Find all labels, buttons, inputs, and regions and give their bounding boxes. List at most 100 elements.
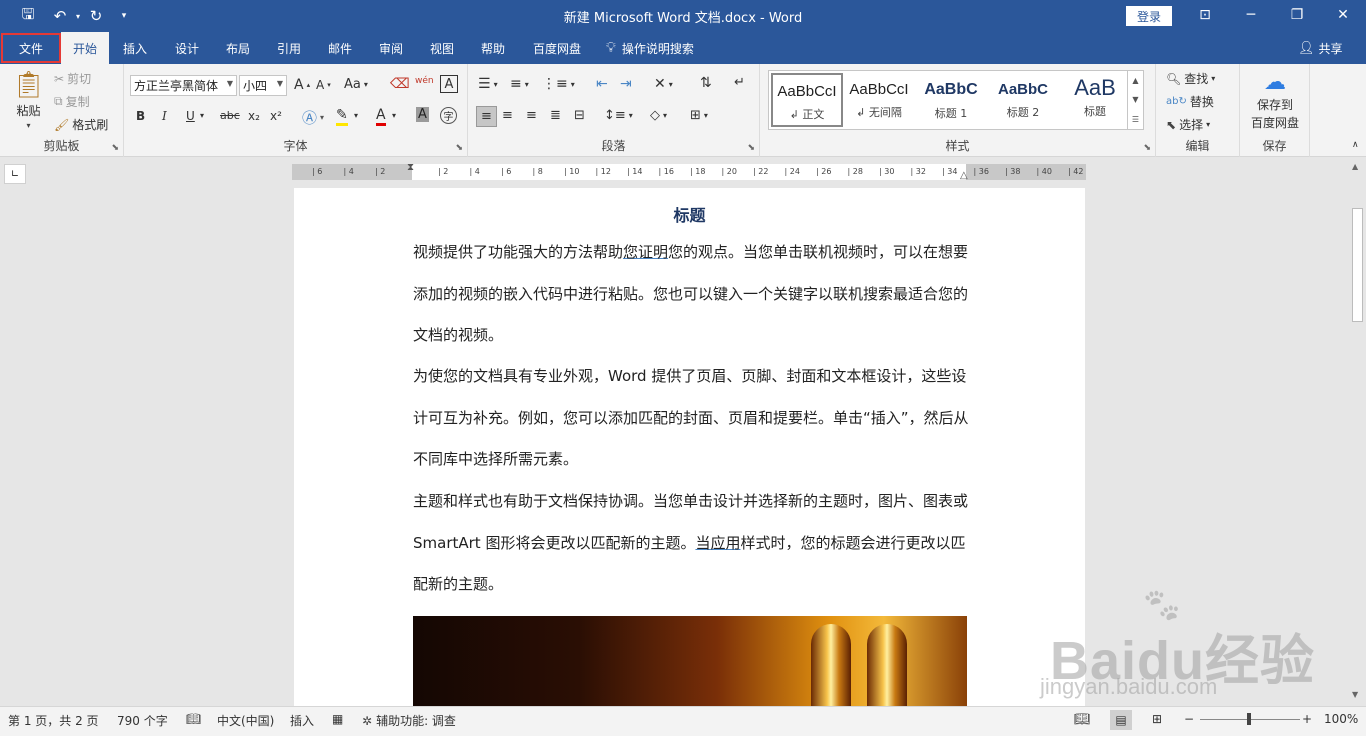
read-mode-icon[interactable]: 📖︎ [1074,712,1091,727]
numbering-icon[interactable]: ≡ ▾ [510,76,529,92]
scroll-thumb[interactable] [1352,208,1363,322]
minimize-icon[interactable]: ─ [1236,4,1266,26]
vertical-scrollbar[interactable]: ▲ ▼ [1349,158,1366,706]
select-button[interactable]: ⬉ 选择 ▾ [1166,116,1210,133]
increase-indent-icon[interactable]: ⇥ [620,76,632,92]
paragraph-3[interactable]: 主题和样式也有助于文档保持协调。当您单击设计并选择新的主题时，图片、图表或 Sm… [413,481,969,606]
copy-button[interactable]: ⧉ 复制 [54,93,90,110]
replace-button[interactable]: ab↻ 替换 [1166,93,1214,110]
tab-file[interactable]: 文件 [1,33,61,63]
superscript-button[interactable]: x² [270,109,282,123]
bullets-icon[interactable]: ☰ ▾ [478,76,498,92]
collapse-ribbon-icon[interactable]: ∧ [1352,140,1359,150]
chinese-layout-icon[interactable]: ✕ ▾ [654,76,673,92]
chevron-down-icon[interactable]: ▾ [392,111,396,120]
text-effects-icon[interactable]: Ⓐ ▾ [302,107,324,128]
page-count[interactable]: 第 1 页，共 2 页 [8,712,99,729]
multilevel-list-icon[interactable]: ⋮≡ ▾ [542,76,575,92]
paragraph-1[interactable]: 视频提供了功能强大的方法帮助您证明您的观点。当您单击联机视频时，可以在想要添加的… [413,232,969,357]
tab-view[interactable]: 视图 [419,32,465,64]
proofing-icon[interactable]: 📖︎ [186,712,201,726]
borders-icon[interactable]: ⊞ ▾ [690,108,708,123]
shading-icon[interactable]: ◇ ▾ [650,108,667,123]
language-indicator[interactable]: 中文(中国) [217,712,274,729]
restore-icon[interactable]: ❐ [1282,4,1312,26]
tab-insert[interactable]: 插入 [112,32,158,64]
tab-mailings[interactable]: 邮件 [317,32,363,64]
chevron-down-icon[interactable]: ▼ [1132,95,1138,104]
style-no-spacing[interactable]: AaBbCcI ↲ 无间隔 [843,73,915,127]
align-right-icon[interactable]: ≡ [526,108,537,123]
shrink-font-icon[interactable]: A ▾ [316,78,331,92]
style-heading-1[interactable]: AaBbC 标题 1 [915,73,987,127]
chevron-down-icon[interactable]: ▾ [354,111,358,120]
horizontal-ruler[interactable]: | 6 | 4 | 2 | 2 | 4 | 6 | 8 | 10 | 12 | 14 | 16 | 1… [292,162,1086,181]
paragraph-launcher-icon[interactable]: ⬊ [747,143,755,153]
tab-layout[interactable]: 布局 [215,32,261,64]
tab-help[interactable]: 帮助 [470,32,516,64]
share-button[interactable]: 👤︎ 共享 [1298,32,1343,64]
style-heading-2[interactable]: AaBbC 标题 2 [987,73,1059,127]
format-painter-button[interactable]: 🖌︎ 格式刷 [54,116,108,133]
zoom-out-icon[interactable]: − [1184,712,1194,726]
strikethrough-button[interactable]: abc [220,109,240,122]
style-normal[interactable]: AaBbCcI ↲ 正文 [771,73,843,127]
zoom-level[interactable]: 100% [1324,712,1358,726]
find-button[interactable]: 🔍︎ 查找 ▾ [1166,70,1215,87]
login-button[interactable]: 登录 [1126,6,1172,26]
decrease-indent-icon[interactable]: ⇤ [596,76,608,92]
clipboard-launcher-icon[interactable]: ⬊ [111,143,119,153]
print-layout-icon[interactable]: ▤ [1110,710,1132,730]
insert-mode[interactable]: 插入 [290,712,314,729]
enclose-character-icon[interactable]: 字 [440,107,457,124]
scroll-up-icon[interactable]: ▲ [1352,162,1358,171]
ribbon-display-icon[interactable]: ⊡ [1190,4,1220,26]
font-launcher-icon[interactable]: ⬊ [455,143,463,153]
subscript-button[interactable]: x₂ [248,109,260,123]
font-color-icon[interactable]: A [376,107,386,126]
web-layout-icon[interactable]: ⊞ [1152,712,1162,726]
paragraph-2[interactable]: 为使您的文档具有专业外观，Word 提供了页眉、页脚、封面和文本框设计，这些设计… [413,356,969,481]
zoom-in-icon[interactable]: + [1302,712,1312,726]
tab-review[interactable]: 审阅 [368,32,414,64]
document-title[interactable]: 标题 [294,202,1085,226]
bold-button[interactable]: B [136,109,145,123]
clear-format-icon[interactable]: ⌫ [390,76,410,92]
sort-icon[interactable]: ⇅ [700,75,712,91]
tab-design[interactable]: 设计 [164,32,210,64]
tell-me-search[interactable]: 💡︎ 操作说明搜索 [606,32,694,64]
change-case-icon[interactable]: Aa ▾ [344,77,368,92]
styles-gallery-scroll[interactable]: ▲ ▼ ☰ [1127,71,1143,129]
show-marks-icon[interactable]: ↵ [734,75,745,90]
right-indent-marker-icon[interactable]: △ [960,170,968,181]
character-border-icon[interactable]: A [440,75,458,93]
word-count[interactable]: 790 个字 [117,712,168,729]
indent-marker-icon[interactable]: ⧗ [407,162,414,173]
tab-selector[interactable]: ∟ [4,164,26,184]
align-center-icon[interactable]: ≡ [502,108,513,123]
document-page[interactable]: 标题 视频提供了功能强大的方法帮助您证明您的观点。当您单击联机视频时，可以在想要… [294,188,1085,708]
tab-baidu-netdisk[interactable]: 百度网盘 [524,32,590,64]
macro-icon[interactable]: ▦ [332,712,343,726]
document-image[interactable] [413,616,967,708]
distributed-icon[interactable]: ⊟ [574,108,585,123]
tab-home[interactable]: 开始 [61,32,109,64]
style-title[interactable]: AaB 标题 [1059,73,1131,127]
grow-font-icon[interactable]: A ▴ [294,77,310,93]
highlight-icon[interactable]: ✎ [336,107,348,126]
close-icon[interactable]: ✕ [1328,4,1358,26]
font-name-combo[interactable]: 方正兰亭黑简体 ▼ [130,75,237,96]
styles-launcher-icon[interactable]: ⬊ [1143,143,1151,153]
save-to-baidu-button[interactable]: ☁ 保存到 百度网盘 [1248,70,1302,131]
justify-icon[interactable]: ≣ [550,108,561,123]
accessibility-status[interactable]: ✲ 辅助功能: 调查 [362,712,456,729]
chevron-up-icon[interactable]: ▲ [1132,76,1138,85]
chevron-down-icon[interactable]: ▾ [200,111,204,120]
line-spacing-icon[interactable]: ↕≡ ▾ [604,108,633,123]
italic-button[interactable]: I [162,109,167,123]
cut-button[interactable]: ✂ 剪切 [54,70,91,87]
scroll-down-icon[interactable]: ▼ [1352,690,1358,699]
paste-button[interactable]: 📋︎ 粘贴 ▾ [12,70,45,130]
more-icon[interactable]: ☰ [1132,115,1139,124]
phonetic-guide-icon[interactable]: wén [415,76,434,86]
